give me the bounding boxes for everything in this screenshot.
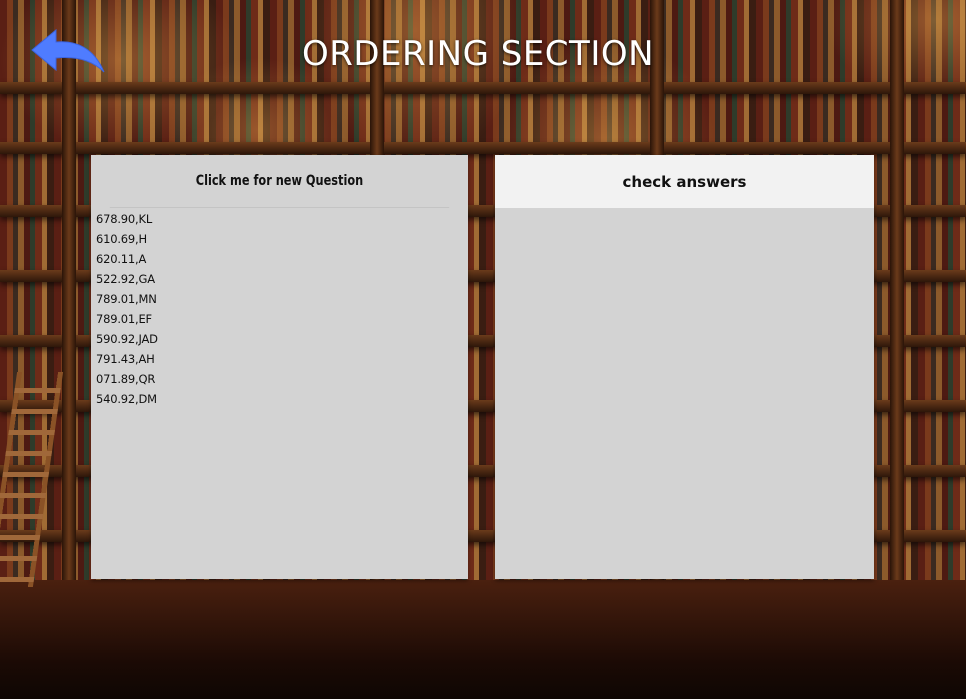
list-item: 522.92,GA <box>96 272 155 286</box>
list-item: 540.92,DM <box>96 392 157 406</box>
check-answers-button[interactable]: check answers <box>495 155 874 208</box>
shelf-upright <box>890 0 904 600</box>
list-item: 071.89,QR <box>96 372 156 386</box>
question-items-list: 678.90,KL 610.69,H 620.11,A 522.92,GA 78… <box>96 209 158 409</box>
list-item: 610.69,H <box>96 232 147 246</box>
answer-panel[interactable]: check answers <box>495 155 874 579</box>
question-panel: Click me for new Question 678.90,KL 610.… <box>91 155 468 579</box>
page-title: ORDERING SECTION <box>301 34 655 74</box>
list-item: 590.92,JAD <box>96 332 158 346</box>
list-item: 678.90,KL <box>96 212 153 226</box>
shelf-upright <box>62 0 76 600</box>
list-item: 789.01,EF <box>96 312 152 326</box>
new-question-button[interactable]: Click me for new Question <box>109 155 450 208</box>
shelf <box>0 142 966 154</box>
list-item: 620.11,A <box>96 252 147 266</box>
floor <box>0 580 966 699</box>
shelf <box>0 82 966 94</box>
list-item: 791.43,AH <box>96 352 155 366</box>
list-item: 789.01,MN <box>96 292 157 306</box>
